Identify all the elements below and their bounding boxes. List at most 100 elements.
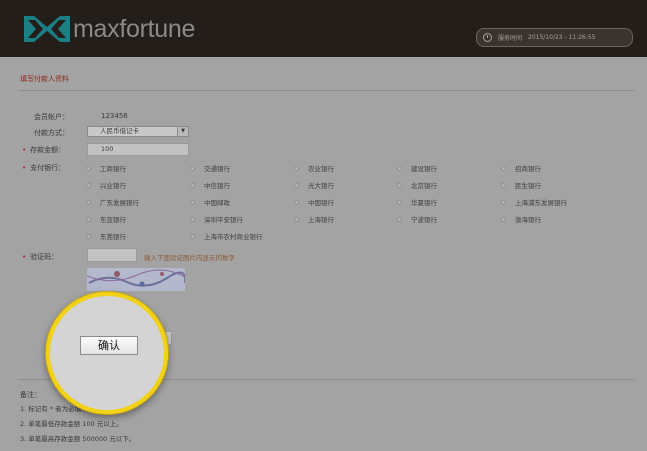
bank-option[interactable]: 中国银行 [294,197,334,207]
bank-option-label: 东亚银行 [100,216,126,224]
bank-option[interactable]: 民生银行 [501,180,541,190]
radio-button[interactable] [86,199,91,205]
bank-option-label: 上海银行 [308,216,334,224]
logo-icon [24,16,70,42]
bank-option[interactable]: 宁波银行 [397,214,437,224]
amount-input[interactable]: 100 [87,143,189,156]
bank-option-label: 中国邮政 [204,199,230,207]
radio-button[interactable] [190,216,195,222]
radio-button[interactable] [294,199,299,205]
bank-option-label: 中国银行 [308,199,334,207]
bank-option-label: 农业银行 [308,165,334,173]
bank-option[interactable]: 上海市农村商业银行 [190,231,263,241]
bank-option[interactable]: 东亚银行 [86,214,126,224]
bank-option-label: 中信银行 [204,182,230,190]
captcha-image[interactable] [87,268,185,291]
bank-option[interactable]: 工商银行 [86,163,126,173]
brand-name: maxfortune [73,14,196,43]
required-mark: • [22,253,27,261]
radio-button[interactable] [501,199,506,205]
amount-label-text: 存款金额： [30,146,66,154]
bank-option[interactable]: 华夏银行 [397,197,437,207]
bank-option-label: 建设银行 [411,165,437,173]
bank-option[interactable]: 上海浦东发展银行 [501,197,567,207]
radio-button[interactable] [294,165,299,171]
bank-option-label: 渤海银行 [515,216,541,224]
bank-option-label: 宁波银行 [411,216,437,224]
radio-button[interactable] [86,182,91,188]
account-value: 123456 [101,112,128,120]
bank-option-label: 广东发展银行 [100,199,139,207]
radio-button[interactable] [294,216,299,222]
bank-option[interactable]: 中国邮政 [190,197,230,207]
bank-option-label: 兴业银行 [100,182,126,190]
radio-button[interactable] [397,199,402,205]
bank-option[interactable]: 招商银行 [501,163,541,173]
bank-label: • 支付银行： [22,163,65,173]
notes-title: 备注： [20,391,41,399]
radio-button[interactable] [86,216,91,222]
note-item: 2. 单笔最低存款金额 100 元以上。 [20,420,123,428]
bank-option-label: 北京银行 [411,182,437,190]
bank-option[interactable]: 中信银行 [190,180,230,190]
radio-button[interactable] [397,165,402,171]
radio-button[interactable] [397,216,402,222]
bank-option[interactable]: 北京银行 [397,180,437,190]
payment-method-label: 付款方式： [34,129,69,137]
clock-icon [483,33,492,42]
brand-logo[interactable]: maxfortune [24,14,195,44]
account-label: 会员帐户： [34,113,69,121]
radio-button[interactable] [190,182,195,188]
bank-option[interactable]: 广东发展银行 [86,197,139,207]
confirm-button[interactable]: 确认 [80,336,138,355]
captcha-noise [87,268,185,291]
bank-option-label: 上海浦东发展银行 [515,199,567,207]
server-time-label: 服务时间 [498,35,523,42]
chevron-down-icon[interactable]: ▼ [177,127,188,136]
bank-option-label: 民生银行 [515,182,541,190]
radio-button[interactable] [501,165,506,171]
radio-button[interactable] [501,182,506,188]
server-time-widget: 服务时间 2015/10/23 - 11:26:55 [476,28,633,47]
radio-button[interactable] [501,216,506,222]
divider [18,90,635,91]
required-mark: • [22,164,27,172]
note-item: 3. 单笔最高存款金额 500000 元以下。 [20,435,136,443]
bank-label-text: 支付银行： [30,164,66,172]
bank-option[interactable]: 农业银行 [294,163,334,173]
bank-option[interactable]: 光大银行 [294,180,334,190]
bank-option-label: 东莞银行 [100,233,126,241]
captcha-input[interactable] [87,248,137,262]
radio-button[interactable] [86,165,91,171]
bank-option-label: 上海市农村商业银行 [204,233,263,241]
bank-option[interactable]: 渤海银行 [501,214,541,224]
bank-option[interactable]: 建设银行 [397,163,437,173]
bank-option[interactable]: 交通银行 [190,163,230,173]
amount-label: • 存款金额： [22,145,65,155]
top-header: maxfortune 服务时间 2015/10/23 - 11:26:55 [0,0,647,57]
bank-option[interactable]: 兴业银行 [86,180,126,190]
payment-method-select[interactable]: 人民币借记卡 ▼ [87,126,189,137]
server-time-value: 2015/10/23 - 11:26:55 [528,34,596,41]
radio-button[interactable] [294,182,299,188]
bank-option-label: 工商银行 [100,165,126,173]
required-mark: • [22,146,27,154]
bank-option-label: 招商银行 [515,165,541,173]
radio-button[interactable] [397,182,402,188]
captcha-label-text: 验证码： [30,253,59,261]
bank-option[interactable]: 东莞银行 [86,231,126,241]
radio-button[interactable] [86,233,91,239]
bank-option[interactable]: 上海银行 [294,214,334,224]
payment-method-value: 人民币借记卡 [100,127,139,135]
captcha-label: • 验证码： [22,252,58,262]
bank-option-label: 光大银行 [308,182,334,190]
section-title: 填写付款人资料 [20,75,69,83]
radio-button[interactable] [190,199,195,205]
captcha-hint: 输入下面验证图片内显示的数字 [144,254,235,262]
highlight-magnifier: 确认 [46,292,168,414]
bank-option[interactable]: 深圳平安银行 [190,214,243,224]
radio-button[interactable] [190,165,195,171]
bank-option-label: 华夏银行 [411,199,437,207]
radio-button[interactable] [190,233,195,239]
bank-option-label: 深圳平安银行 [204,216,243,224]
